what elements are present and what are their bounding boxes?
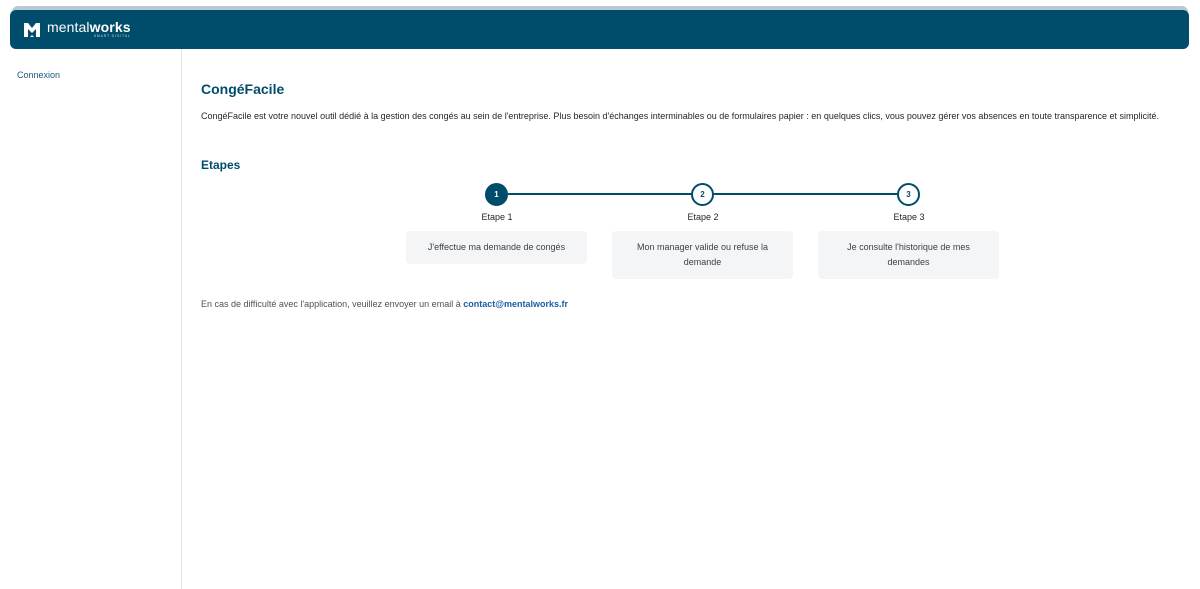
contact-email-link[interactable]: contact@mentalworks.fr xyxy=(463,299,568,309)
step-1-description: J'effectue ma demande de congés xyxy=(406,231,587,264)
contact-note: En cas de difficulté avec l'application,… xyxy=(201,299,568,309)
step-2-indicator: 2 xyxy=(691,183,714,206)
steps-stepper: 1 Etape 1 J'effectue ma demande de congé… xyxy=(201,49,1181,289)
step-3-indicator: 3 xyxy=(897,183,920,206)
step-2-label: Etape 2 xyxy=(687,212,719,222)
contact-text: En cas de difficulté avec l'application,… xyxy=(201,299,461,309)
brand-tagline: SMART DIGITAL xyxy=(93,34,131,39)
brand-logo[interactable]: mentalworks SMART DIGITAL xyxy=(22,20,131,40)
brand-name: mentalworks xyxy=(47,19,131,36)
stepper-connector xyxy=(714,193,909,195)
step-2-description: Mon manager valide ou refuse la demande xyxy=(612,231,793,279)
step-1-label: Etape 1 xyxy=(481,212,513,222)
step-3-label: Etape 3 xyxy=(893,212,925,222)
sidebar: Connexion xyxy=(0,49,182,589)
sidebar-item-connexion[interactable]: Connexion xyxy=(17,70,60,80)
step-3-description: Je consulte l'historique de mes demandes xyxy=(818,231,999,279)
mentalworks-logo-icon xyxy=(24,22,40,37)
step-1-indicator: 1 xyxy=(485,183,508,206)
stepper-connector xyxy=(508,193,703,195)
app-header: mentalworks SMART DIGITAL xyxy=(10,10,1189,49)
